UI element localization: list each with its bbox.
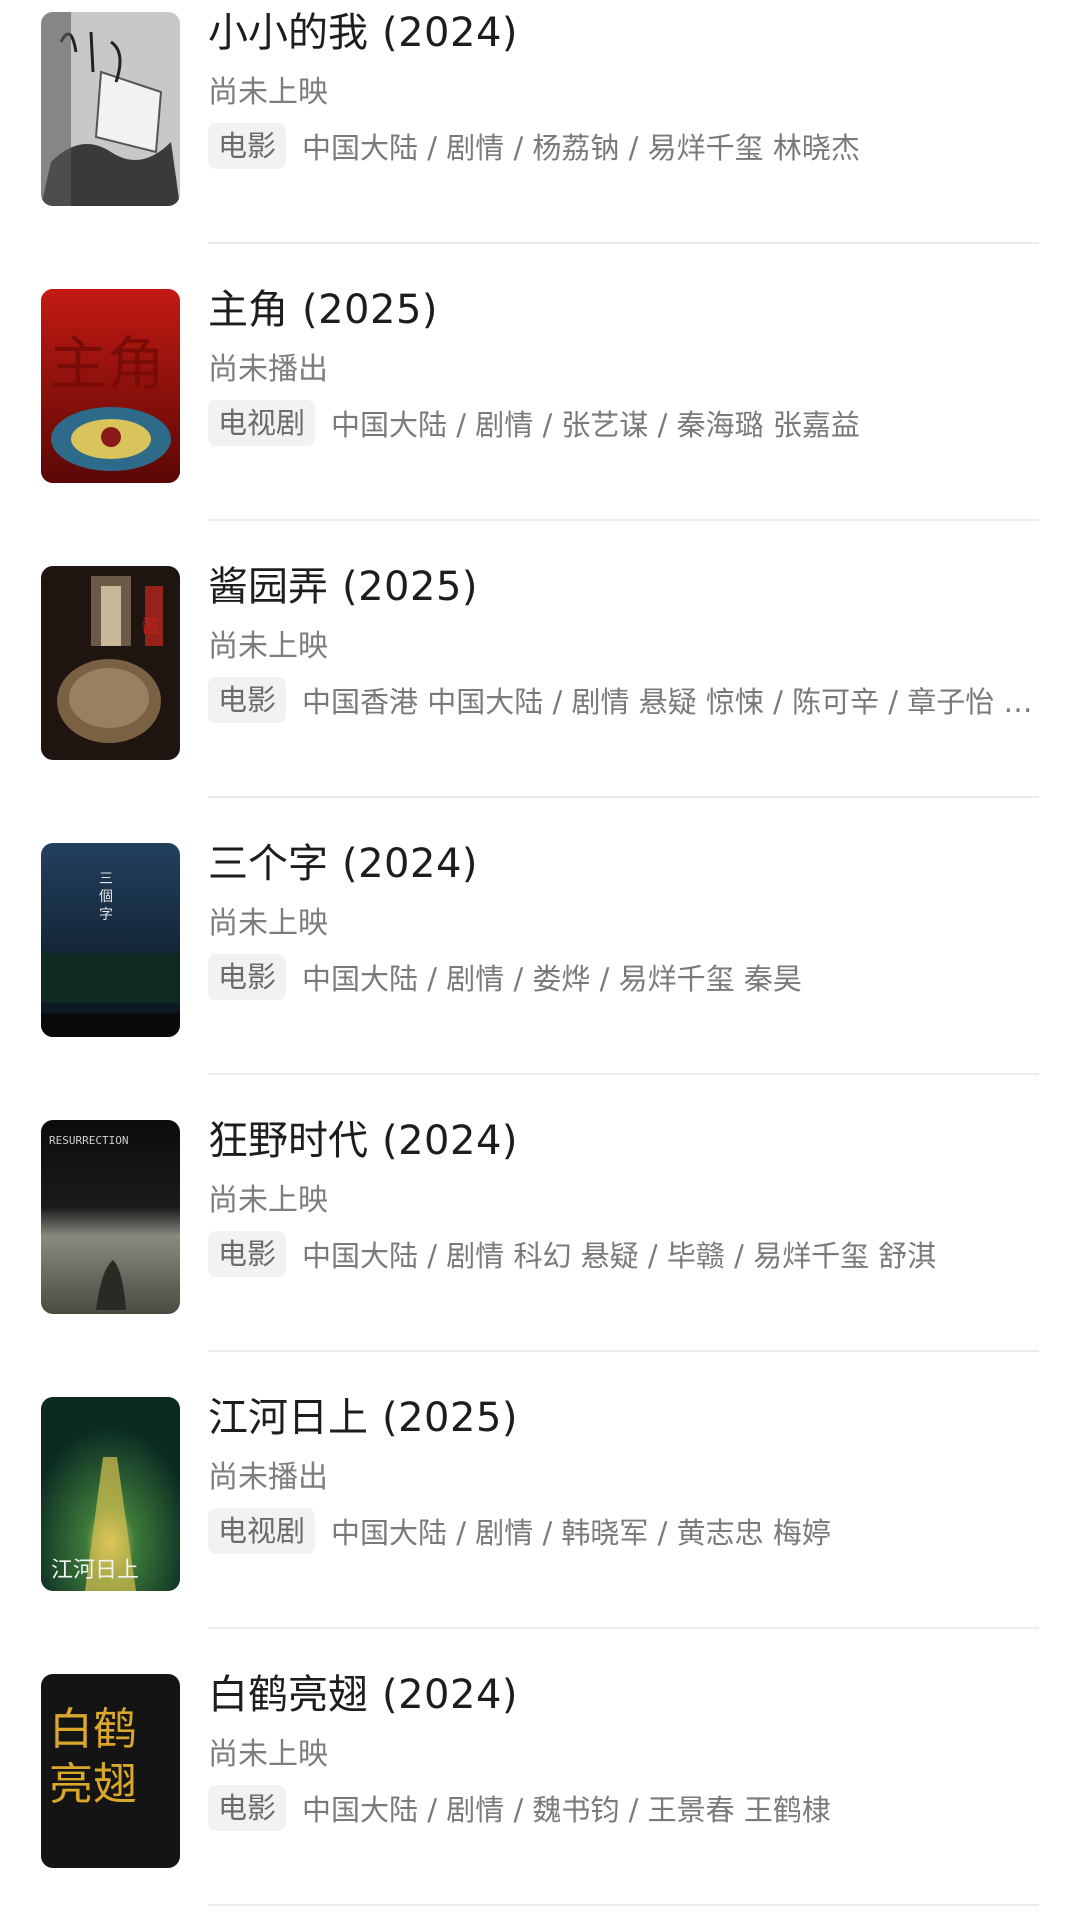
type-badge: 电影 [208, 954, 287, 1000]
year-text: (2024) [342, 841, 479, 887]
svg-text:主角: 主角 [49, 330, 165, 398]
divider [208, 1627, 1039, 1629]
poster-image[interactable]: 主角 [41, 289, 180, 483]
release-status: 尚未上映 [208, 906, 328, 941]
title-text: 三个字 [208, 841, 328, 887]
item-title[interactable]: 江河日上 (2025) [208, 1390, 518, 1446]
divider [208, 1904, 1039, 1906]
type-badge: 电视剧 [208, 400, 316, 446]
meta-row: 电影 中国大陆 / 剧情 / 杨荔钠 / 易烊千玺 林晓杰 [208, 121, 1040, 171]
poster-art [41, 12, 180, 206]
divider [208, 242, 1039, 244]
meta-text: 中国大陆 / 剧情 科幻 悬疑 / 毕赣 / 易烊千玺 舒淇 [302, 1239, 937, 1273]
poster-art: RESURRECTION [41, 1120, 180, 1314]
poster-art: 白鹤 亮翅 [41, 1674, 180, 1868]
svg-text:江河日上: 江河日上 [51, 1558, 139, 1583]
title-text: 主角 [208, 287, 288, 333]
release-status: 尚未播出 [208, 1460, 328, 1495]
svg-text:個: 個 [99, 889, 113, 905]
poster-image[interactable]: 酱 [41, 566, 180, 760]
movie-list: 小小的我 (2024) 尚未上映 电影 中国大陆 / 剧情 / 杨荔钠 / 易烊千… [0, 0, 1080, 1918]
year-text: (2024) [382, 1118, 519, 1164]
title-text: 狂野时代 [208, 1118, 368, 1164]
release-status: 尚未上映 [208, 1183, 328, 1218]
meta-text: 中国大陆 / 剧情 / 韩晓军 / 黄志忠 梅婷 [331, 1516, 831, 1550]
poster-art: 酱 [41, 566, 180, 760]
item-title[interactable]: 三个字 (2024) [208, 836, 478, 892]
release-status: 尚未播出 [208, 352, 328, 387]
svg-text:RESURRECTION: RESURRECTION [49, 1134, 128, 1147]
list-item[interactable]: 主角 主角 (2025) 尚未播出 电视剧 中国大陆 / 剧情 / 张艺谋 / 秦… [0, 256, 1080, 533]
item-title[interactable]: 酱园弄 (2025) [208, 559, 478, 615]
list-item[interactable]: RESURRECTION 狂野时代 (2024) 尚未上映 电影 中国大陆 / 剧… [0, 1087, 1080, 1364]
meta-row: 电影 中国大陆 / 剧情 / 娄烨 / 易烊千玺 秦昊 [208, 952, 1040, 1002]
release-status: 尚未上映 [208, 75, 328, 110]
svg-text:字: 字 [99, 907, 113, 923]
release-status: 尚未上映 [208, 1737, 328, 1772]
divider [208, 796, 1039, 798]
type-badge: 电影 [208, 677, 287, 723]
meta-row: 电视剧 中国大陆 / 剧情 / 张艺谋 / 秦海璐 张嘉益 [208, 398, 1040, 448]
svg-text:白鹤: 白鹤 [49, 1704, 137, 1755]
poster-image[interactable]: 江河日上 [41, 1397, 180, 1591]
list-item[interactable]: 江河日上 江河日上 (2025) 尚未播出 电视剧 中国大陆 / 剧情 / 韩晓军… [0, 1364, 1080, 1641]
item-title[interactable]: 小小的我 (2024) [208, 5, 518, 61]
meta-text: 中国大陆 / 剧情 / 魏书钧 / 王景春 王鹤棣 [302, 1793, 831, 1827]
poster-image[interactable]: RESURRECTION [41, 1120, 180, 1314]
meta-text: 中国大陆 / 剧情 / 张艺谋 / 秦海璐 张嘉益 [331, 408, 860, 442]
item-title[interactable]: 主角 (2025) [208, 282, 438, 338]
divider [208, 519, 1039, 521]
poster-art: 主角 [41, 289, 180, 483]
year-text: (2024) [382, 10, 519, 56]
list-item[interactable]: 酱 酱园弄 (2025) 尚未上映 电影 中国香港 中国大陆 / 剧情 悬疑 惊悚… [0, 533, 1080, 810]
type-badge: 电影 [208, 1785, 287, 1831]
release-status: 尚未上映 [208, 629, 328, 664]
meta-text: 中国大陆 / 剧情 / 杨荔钠 / 易烊千玺 林晓杰 [302, 131, 860, 165]
list-item[interactable]: 白鹤 亮翅 白鹤亮翅 (2024) 尚未上映 电影 中国大陆 / 剧情 / 魏书钧… [0, 1641, 1080, 1918]
svg-text:亮翅: 亮翅 [49, 1759, 137, 1810]
year-text: (2024) [382, 1672, 519, 1718]
meta-row: 电影 中国大陆 / 剧情 / 魏书钧 / 王景春 王鹤棣 [208, 1783, 1040, 1833]
meta-row: 电影 中国香港 中国大陆 / 剧情 悬疑 惊悚 / 陈可辛 / 章子怡 王传君 … [208, 675, 1040, 725]
title-text: 小小的我 [208, 10, 368, 56]
list-item[interactable]: 小小的我 (2024) 尚未上映 电影 中国大陆 / 剧情 / 杨荔钠 / 易烊千… [0, 0, 1080, 256]
list-item[interactable]: 三 個 字 三个字 (2024) 尚未上映 电影 中国大陆 / 剧情 / 娄烨 /… [0, 810, 1080, 1087]
title-text: 江河日上 [208, 1395, 368, 1441]
meta-text: 中国香港 中国大陆 / 剧情 悬疑 惊悚 / 陈可辛 / 章子怡 王传君 大鹏 [302, 685, 1040, 719]
type-badge: 电视剧 [208, 1508, 316, 1554]
poster-image[interactable]: 白鹤 亮翅 [41, 1674, 180, 1868]
poster-art: 江河日上 [41, 1397, 180, 1591]
year-text: (2025) [302, 287, 439, 333]
type-badge: 电影 [208, 123, 287, 169]
type-badge: 电影 [208, 1231, 287, 1277]
poster-image[interactable]: 三 個 字 [41, 843, 180, 1037]
divider [208, 1350, 1039, 1352]
poster-art: 三 個 字 [41, 843, 180, 1037]
item-title[interactable]: 白鹤亮翅 (2024) [208, 1667, 518, 1723]
poster-image[interactable] [41, 12, 180, 206]
year-text: (2025) [342, 564, 479, 610]
title-text: 酱园弄 [208, 564, 328, 610]
divider [208, 1073, 1039, 1075]
title-text: 白鹤亮翅 [208, 1672, 368, 1718]
meta-row: 电视剧 中国大陆 / 剧情 / 韩晓军 / 黄志忠 梅婷 [208, 1506, 1040, 1556]
item-title[interactable]: 狂野时代 (2024) [208, 1113, 518, 1169]
year-text: (2025) [382, 1395, 519, 1441]
meta-text: 中国大陆 / 剧情 / 娄烨 / 易烊千玺 秦昊 [302, 962, 802, 996]
meta-row: 电影 中国大陆 / 剧情 科幻 悬疑 / 毕赣 / 易烊千玺 舒淇 [208, 1229, 1040, 1279]
svg-text:三: 三 [99, 871, 113, 887]
